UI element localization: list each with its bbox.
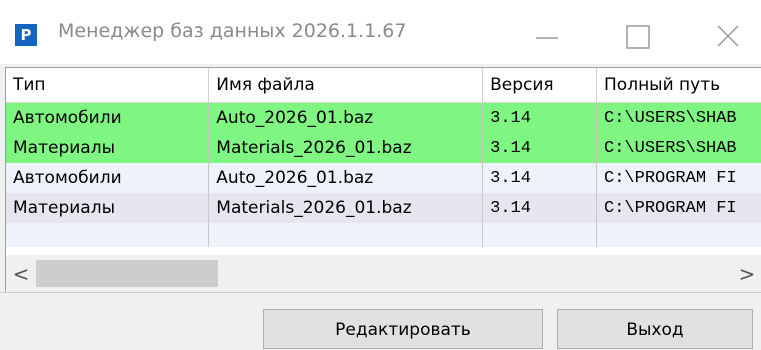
- exit-button[interactable]: Выход: [557, 309, 753, 349]
- column-header-version[interactable]: Версия: [482, 68, 598, 103]
- button-bar: Редактировать Выход: [0, 292, 761, 349]
- cell-version: 3.14: [482, 102, 598, 133]
- cell-path: C:\USERS\SHAB: [596, 133, 761, 163]
- table-row[interactable]: Материалы Materials_2026_01.baz 3.14 C:\…: [6, 133, 761, 163]
- database-table: Тип Имя файла Версия Полный путь Автомоб…: [6, 68, 761, 247]
- column-header-file[interactable]: Имя файла: [208, 68, 484, 103]
- cell-type: Автомобили: [6, 102, 210, 133]
- cell-type: Автомобили: [6, 163, 210, 193]
- table-row[interactable]: Автомобили Auto_2026_01.baz 3.14 C:\PROG…: [6, 163, 761, 193]
- cell-file: Auto_2026_01.baz: [208, 102, 484, 133]
- edit-button[interactable]: Редактировать: [263, 309, 543, 349]
- table-header: Тип Имя файла Версия Полный путь: [6, 68, 761, 103]
- empty-row: [6, 223, 761, 247]
- cell-version: 3.14: [482, 163, 598, 193]
- table-row[interactable]: Материалы Materials_2026_01.baz 3.14 C:\…: [6, 193, 761, 223]
- scroll-right-icon[interactable]: >: [732, 261, 761, 287]
- column-header-path[interactable]: Полный путь: [596, 68, 761, 103]
- scrollbar-thumb[interactable]: [36, 260, 218, 287]
- cell-type: Материалы: [6, 193, 210, 223]
- cell-path: C:\PROGRAM FI: [596, 193, 761, 223]
- cell-file: Auto_2026_01.baz: [208, 163, 484, 193]
- minimize-icon: [536, 37, 558, 39]
- cell-type: Материалы: [6, 133, 210, 163]
- scroll-left-icon[interactable]: <: [6, 261, 36, 287]
- table-row[interactable]: Автомобили Auto_2026_01.baz 3.14 C:\USER…: [6, 102, 761, 133]
- empty-cell: [208, 223, 484, 247]
- database-manager-window: P Менеджер баз данных 2026.1.1.67 Тип Им…: [0, 0, 761, 349]
- cell-path: C:\USERS\SHAB: [596, 102, 761, 133]
- app-icon: P: [15, 24, 37, 46]
- minimize-button[interactable]: [518, 8, 576, 60]
- column-header-type[interactable]: Тип: [6, 68, 210, 103]
- close-icon: [717, 25, 739, 47]
- empty-cell: [596, 223, 761, 247]
- horizontal-scrollbar[interactable]: < >: [5, 255, 761, 292]
- title-bar[interactable]: P Менеджер баз данных 2026.1.1.67: [0, 0, 761, 64]
- database-list[interactable]: Тип Имя файла Версия Полный путь Автомоб…: [5, 67, 761, 256]
- close-button[interactable]: [700, 8, 758, 60]
- window-title: Менеджер баз данных 2026.1.1.67: [58, 20, 407, 42]
- cell-version: 3.14: [482, 133, 598, 163]
- cell-path: C:\PROGRAM FI: [596, 163, 761, 193]
- empty-cell: [482, 223, 598, 247]
- cell-version: 3.14: [482, 193, 598, 223]
- maximize-icon: [626, 25, 650, 49]
- maximize-button[interactable]: [610, 8, 668, 60]
- cell-file: Materials_2026_01.baz: [208, 133, 484, 163]
- cell-file: Materials_2026_01.baz: [208, 193, 484, 223]
- empty-cell: [6, 223, 210, 247]
